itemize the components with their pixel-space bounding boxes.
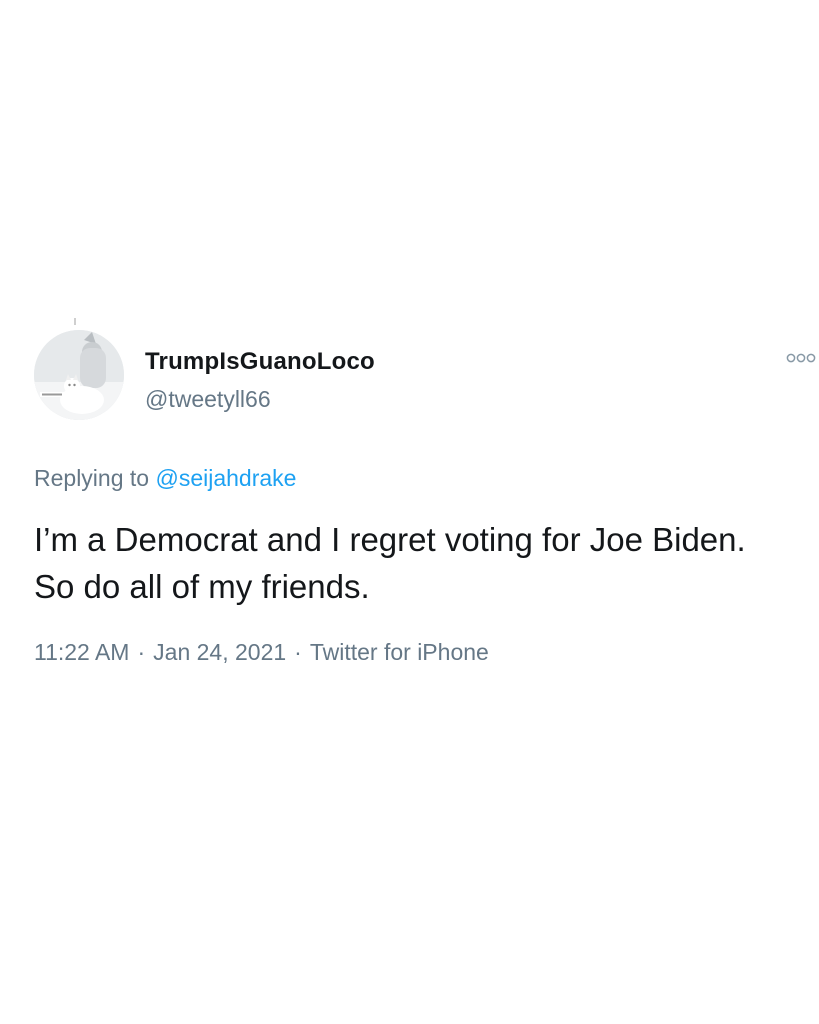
author-names: TrumpIsGuanoLoco @tweetyll66 — [145, 347, 375, 415]
tweet-metadata: 11:22 AM · Jan 24, 2021 · Twitter for iPhone — [34, 636, 794, 668]
reply-prefix: Replying to — [34, 465, 150, 491]
user-handle[interactable]: @tweetyll66 — [145, 383, 375, 415]
screenshot-page: TrumpIsGuanoLoco @tweetyll66 Replying to… — [0, 0, 819, 1024]
separator-dot: · — [294, 639, 302, 665]
tweet-text: I’m a Democrat and I regret voting for J… — [34, 521, 746, 605]
display-name[interactable]: TrumpIsGuanoLoco — [145, 347, 375, 377]
more-options-icon[interactable] — [786, 352, 816, 364]
tweet-time[interactable]: 11:22 AM — [34, 639, 129, 665]
scroll-mark — [74, 318, 76, 325]
replying-to-line: Replying to @seijahdrake — [34, 462, 794, 494]
avatar-cat-photo — [34, 330, 124, 420]
tweet-date[interactable]: Jan 24, 2021 — [153, 639, 286, 665]
tweet-source[interactable]: Twitter for iPhone — [310, 639, 489, 665]
tweet-card: TrumpIsGuanoLoco @tweetyll66 Replying to… — [34, 330, 816, 668]
reply-mention-link[interactable]: @seijahdrake — [155, 465, 296, 491]
separator-dot: · — [137, 639, 146, 665]
avatar[interactable] — [34, 330, 124, 420]
tweet-header: TrumpIsGuanoLoco @tweetyll66 — [34, 330, 816, 430]
